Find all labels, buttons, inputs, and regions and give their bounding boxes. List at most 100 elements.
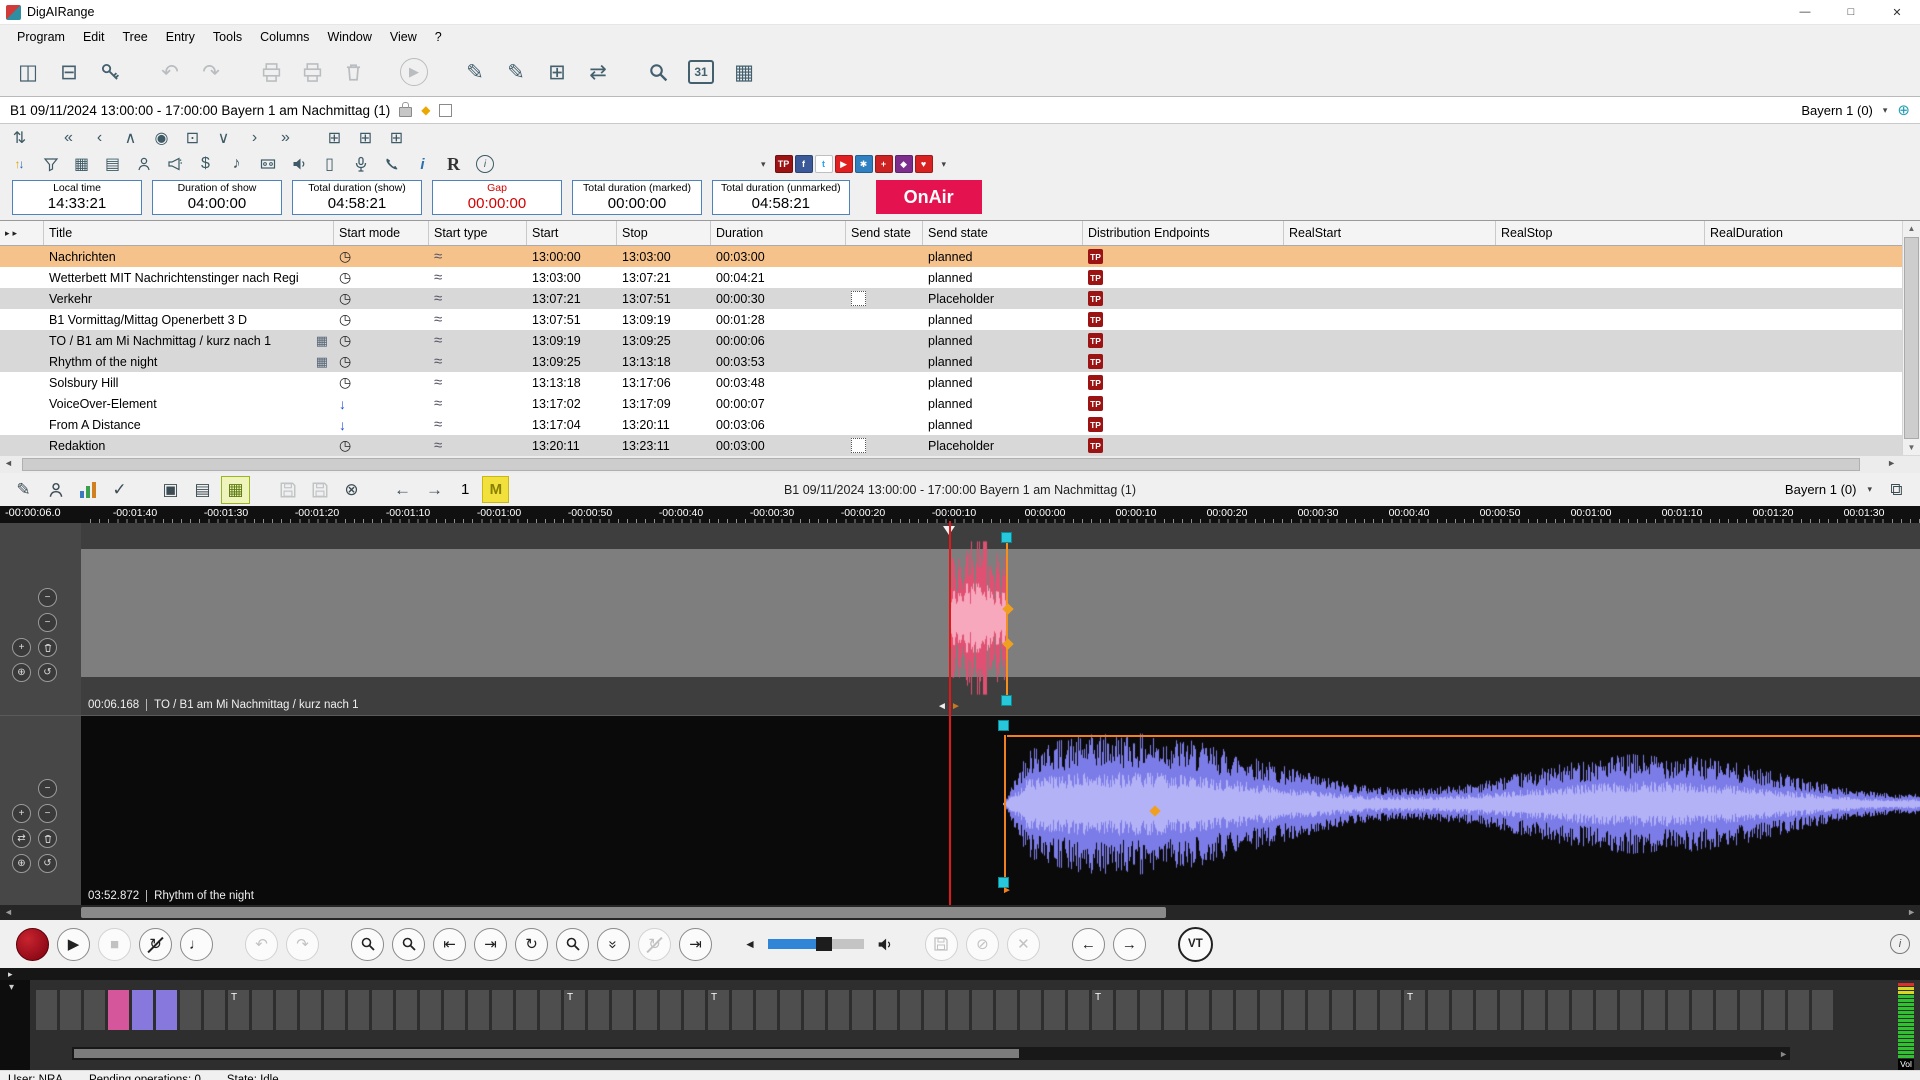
overview-segment[interactable] <box>60 990 81 1030</box>
overview-segment[interactable] <box>348 990 369 1030</box>
menu-item-8[interactable]: ? <box>426 28 451 46</box>
overview-segment[interactable] <box>1116 990 1137 1030</box>
grid-icon[interactable]: ▦ <box>726 54 762 90</box>
stop-button[interactable]: ■ <box>98 928 131 961</box>
delete-button[interactable] <box>38 638 57 657</box>
expander-icon[interactable]: ▸ <box>5 228 10 239</box>
menu-item-0[interactable]: Program <box>8 28 74 46</box>
overview-segment[interactable] <box>1332 990 1353 1030</box>
overview-segment[interactable] <box>1668 990 1689 1030</box>
reset-button[interactable]: ↺ <box>38 854 57 873</box>
table-row[interactable]: Nachrichten◷≈13:00:0013:03:0000:03:00pla… <box>0 246 1920 267</box>
overview-segment[interactable] <box>1644 990 1665 1030</box>
calendar-icon[interactable]: 31 <box>688 60 714 84</box>
goto-first-icon[interactable]: « <box>55 126 82 149</box>
overview-segment[interactable] <box>1524 990 1545 1030</box>
copy-icon[interactable]: ▣ <box>157 477 184 503</box>
sort-direction-icon[interactable]: ↑↓ <box>6 153 33 176</box>
reset-button[interactable]: ↺ <box>38 663 57 682</box>
overview-segment[interactable] <box>1212 990 1233 1030</box>
paste-icon[interactable]: ▤ <box>189 477 216 503</box>
marker-row-caret-icon[interactable]: ▸ <box>8 969 13 980</box>
zoom-in-button[interactable]: + <box>12 638 31 657</box>
overview-segment[interactable]: T <box>1092 990 1113 1030</box>
clip-marker-icon[interactable] <box>1001 532 1012 543</box>
transport-info-icon[interactable]: i <box>1890 934 1910 954</box>
play-selection-button[interactable]: ↻ <box>515 928 548 961</box>
overview-segment[interactable] <box>996 990 1017 1030</box>
expand-all-icon[interactable]: ∨ <box>210 126 237 149</box>
expander-icon[interactable]: ▸ <box>13 228 18 239</box>
endpoints-more-chevron-icon[interactable]: ▾ <box>938 159 951 170</box>
endpoint-facebook-icon[interactable]: f <box>795 155 813 173</box>
next-item-button[interactable]: → <box>1113 928 1146 961</box>
redo-icon[interactable]: ↷ <box>193 54 229 90</box>
overview-segment[interactable] <box>468 990 489 1030</box>
minimize-button[interactable]: — <box>1782 0 1828 24</box>
volume-slider[interactable] <box>768 939 864 949</box>
statistics-icon[interactable] <box>74 477 101 503</box>
overview-segment[interactable] <box>1548 990 1569 1030</box>
overview-segment[interactable] <box>756 990 777 1030</box>
overview-segment[interactable] <box>1500 990 1521 1030</box>
overview-segment[interactable] <box>1596 990 1617 1030</box>
menu-item-3[interactable]: Entry <box>157 28 204 46</box>
collapse-all-icon[interactable]: ∧ <box>117 126 144 149</box>
save-as-icon[interactable] <box>306 477 333 503</box>
overview-segment[interactable] <box>324 990 345 1030</box>
table-row[interactable]: TO / B1 am Mi Nachmittag / kurz nach 1▦◷… <box>0 330 1920 351</box>
overview-segment[interactable] <box>1164 990 1185 1030</box>
add-channel-icon[interactable]: ⊕ <box>1897 101 1910 119</box>
record-mode-icon[interactable]: ◉ <box>148 126 175 149</box>
table-vertical-scrollbar[interactable]: ▲ ▼ <box>1902 221 1920 455</box>
menu-item-5[interactable]: Columns <box>251 28 318 46</box>
play-entry-icon[interactable]: ▶ <box>400 58 428 86</box>
zoom-selection-button[interactable] <box>556 928 589 961</box>
menu-item-1[interactable]: Edit <box>74 28 114 46</box>
column-header-Duration[interactable]: Duration <box>711 221 846 245</box>
endpoint-youtube-icon[interactable]: ▶ <box>835 155 853 173</box>
overview-segment[interactable] <box>1428 990 1449 1030</box>
undo-icon[interactable]: ↶ <box>152 54 188 90</box>
announcement-icon[interactable] <box>161 153 188 176</box>
editor-horizontal-scrollbar[interactable]: ◄ ► <box>0 905 1920 920</box>
waveform-canvas-2[interactable] <box>1003 728 1920 880</box>
billing-icon[interactable]: $ <box>192 153 219 176</box>
column-header-RealDuration[interactable]: RealDuration <box>1705 221 1920 245</box>
nudge-left-icon[interactable]: ← <box>389 477 416 503</box>
audio-icon[interactable] <box>285 153 312 176</box>
lock-icon[interactable] <box>399 107 412 117</box>
column-header-Send state[interactable]: Send state <box>923 221 1083 245</box>
overview-segment[interactable] <box>276 990 297 1030</box>
overview-segment[interactable] <box>1356 990 1377 1030</box>
scroll-right-icon[interactable]: ► <box>1779 1049 1788 1059</box>
overview-segment[interactable] <box>948 990 969 1030</box>
sort-order-icon[interactable]: ⇅ <box>6 126 33 149</box>
overview-segment[interactable] <box>1716 990 1737 1030</box>
overview-segment[interactable] <box>1788 990 1809 1030</box>
overview-segment[interactable] <box>1308 990 1329 1030</box>
clip-marker-icon[interactable] <box>998 720 1009 731</box>
zoom-in-button[interactable] <box>351 928 384 961</box>
filter-icon[interactable] <box>37 153 64 176</box>
goto-previous-icon[interactable]: ‹ <box>86 126 113 149</box>
column-header-Start type[interactable]: Start type <box>429 221 527 245</box>
menu-item-2[interactable]: Tree <box>113 28 156 46</box>
overview-segment[interactable] <box>84 990 105 1030</box>
pan-button[interactable]: ⇄ <box>12 829 31 848</box>
column-header-Distribution Endpoints[interactable]: Distribution Endpoints <box>1083 221 1284 245</box>
table-insert-icon[interactable]: ⊞ <box>321 126 348 149</box>
maximize-button[interactable]: □ <box>1828 0 1874 24</box>
trim-left-icon[interactable]: ◄ <box>937 702 947 712</box>
scroll-down-button[interactable]: » <box>597 928 630 961</box>
edit-icon[interactable]: ✎ <box>10 477 37 503</box>
overview-segment[interactable] <box>300 990 321 1030</box>
table-row[interactable]: VoiceOver-Element↓≈13:17:0213:17:0900:00… <box>0 393 1920 414</box>
about-icon[interactable]: i <box>476 155 494 173</box>
overview-segment[interactable] <box>1692 990 1713 1030</box>
overview-segment[interactable] <box>372 990 393 1030</box>
scroll-up-icon[interactable]: ▲ <box>1908 221 1916 236</box>
overview-segment[interactable] <box>1620 990 1641 1030</box>
contacts-icon[interactable] <box>130 153 157 176</box>
overview-segment[interactable] <box>780 990 801 1030</box>
